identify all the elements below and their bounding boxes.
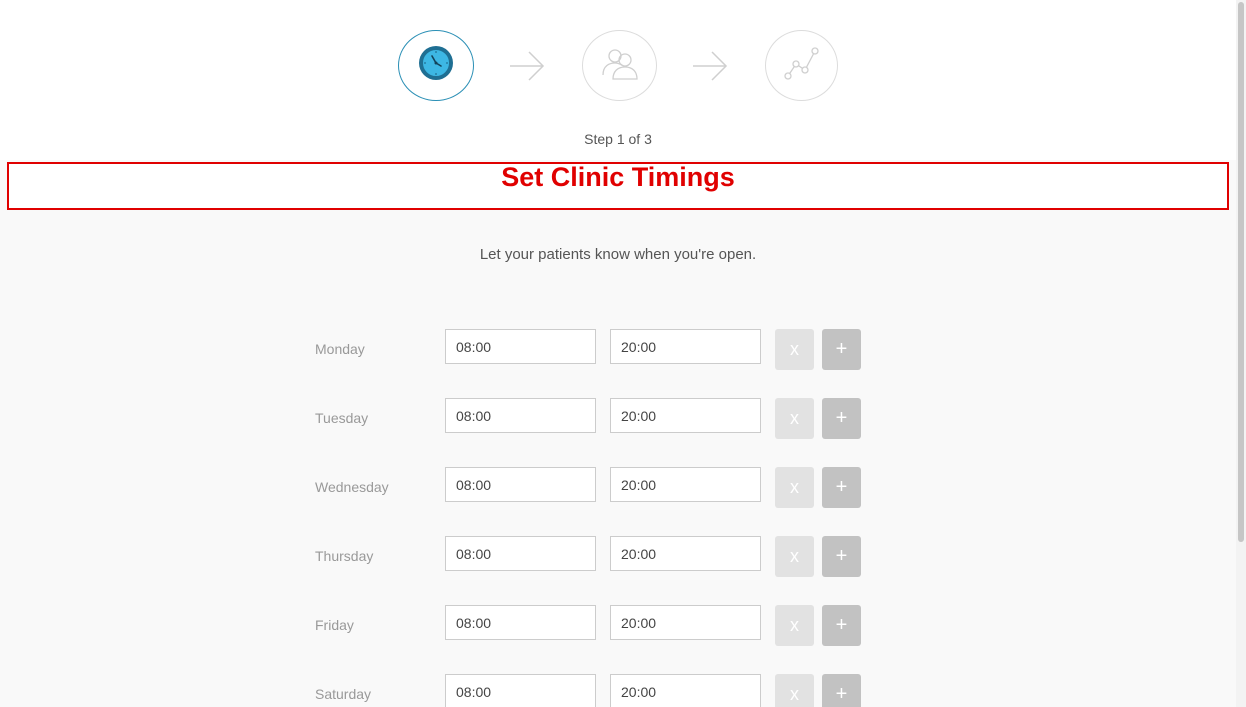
remove-slot-button[interactable]: x	[775, 329, 814, 370]
close-time-input[interactable]	[610, 605, 761, 640]
step-2-circle[interactable]	[582, 30, 657, 101]
open-time-input[interactable]	[445, 605, 596, 640]
close-time-input[interactable]	[610, 536, 761, 571]
add-slot-button[interactable]: +	[822, 605, 861, 646]
day-label: Tuesday	[315, 410, 369, 426]
open-time-input[interactable]	[445, 536, 596, 571]
remove-slot-button[interactable]: x	[775, 536, 814, 577]
remove-slot-button[interactable]: x	[775, 467, 814, 508]
add-slot-button[interactable]: +	[822, 467, 861, 508]
schedule-row-saturday: Saturday x +	[0, 674, 1236, 707]
analytics-icon	[783, 44, 821, 87]
schedule-row-thursday: Thursday x +	[0, 536, 1236, 577]
day-label: Friday	[315, 617, 354, 633]
schedule-row-wednesday: Wednesday x +	[0, 467, 1236, 508]
day-label: Monday	[315, 341, 365, 357]
arrow-right-icon	[509, 50, 545, 82]
schedule-row-friday: Friday x +	[0, 605, 1236, 646]
page-subtitle: Let your patients know when you're open.	[479, 246, 757, 263]
add-slot-button[interactable]: +	[822, 536, 861, 577]
users-icon	[601, 45, 639, 86]
day-label: Thursday	[315, 548, 374, 564]
close-time-input[interactable]	[610, 398, 761, 433]
open-time-input[interactable]	[445, 398, 596, 433]
arrow-right-icon	[692, 50, 728, 82]
close-time-input[interactable]	[610, 329, 761, 364]
schedule-row-monday: Monday x +	[0, 329, 1236, 370]
clock-icon	[418, 45, 454, 86]
day-label: Wednesday	[315, 479, 389, 495]
open-time-input[interactable]	[445, 674, 596, 707]
open-time-input[interactable]	[445, 329, 596, 364]
remove-slot-button[interactable]: x	[775, 398, 814, 439]
page: Step 1 of 3 Set Clinic Timings Let your …	[0, 0, 1246, 707]
schedule-row-tuesday: Tuesday x +	[0, 398, 1236, 439]
vertical-scrollbar[interactable]	[1236, 0, 1246, 707]
step-3-circle[interactable]	[765, 30, 838, 101]
remove-slot-button[interactable]: x	[775, 674, 814, 707]
add-slot-button[interactable]: +	[822, 329, 861, 370]
day-label: Saturday	[315, 686, 372, 702]
open-time-input[interactable]	[445, 467, 596, 502]
remove-slot-button[interactable]: x	[775, 605, 814, 646]
step-indicator: Step 1 of 3	[584, 131, 652, 147]
step-1-circle[interactable]	[398, 30, 474, 101]
add-slot-button[interactable]: +	[822, 398, 861, 439]
page-title: Set Clinic Timings	[501, 162, 735, 192]
add-slot-button[interactable]: +	[822, 674, 861, 707]
scrollbar-thumb[interactable]	[1238, 2, 1244, 542]
close-time-input[interactable]	[610, 467, 761, 502]
close-time-input[interactable]	[610, 674, 761, 707]
